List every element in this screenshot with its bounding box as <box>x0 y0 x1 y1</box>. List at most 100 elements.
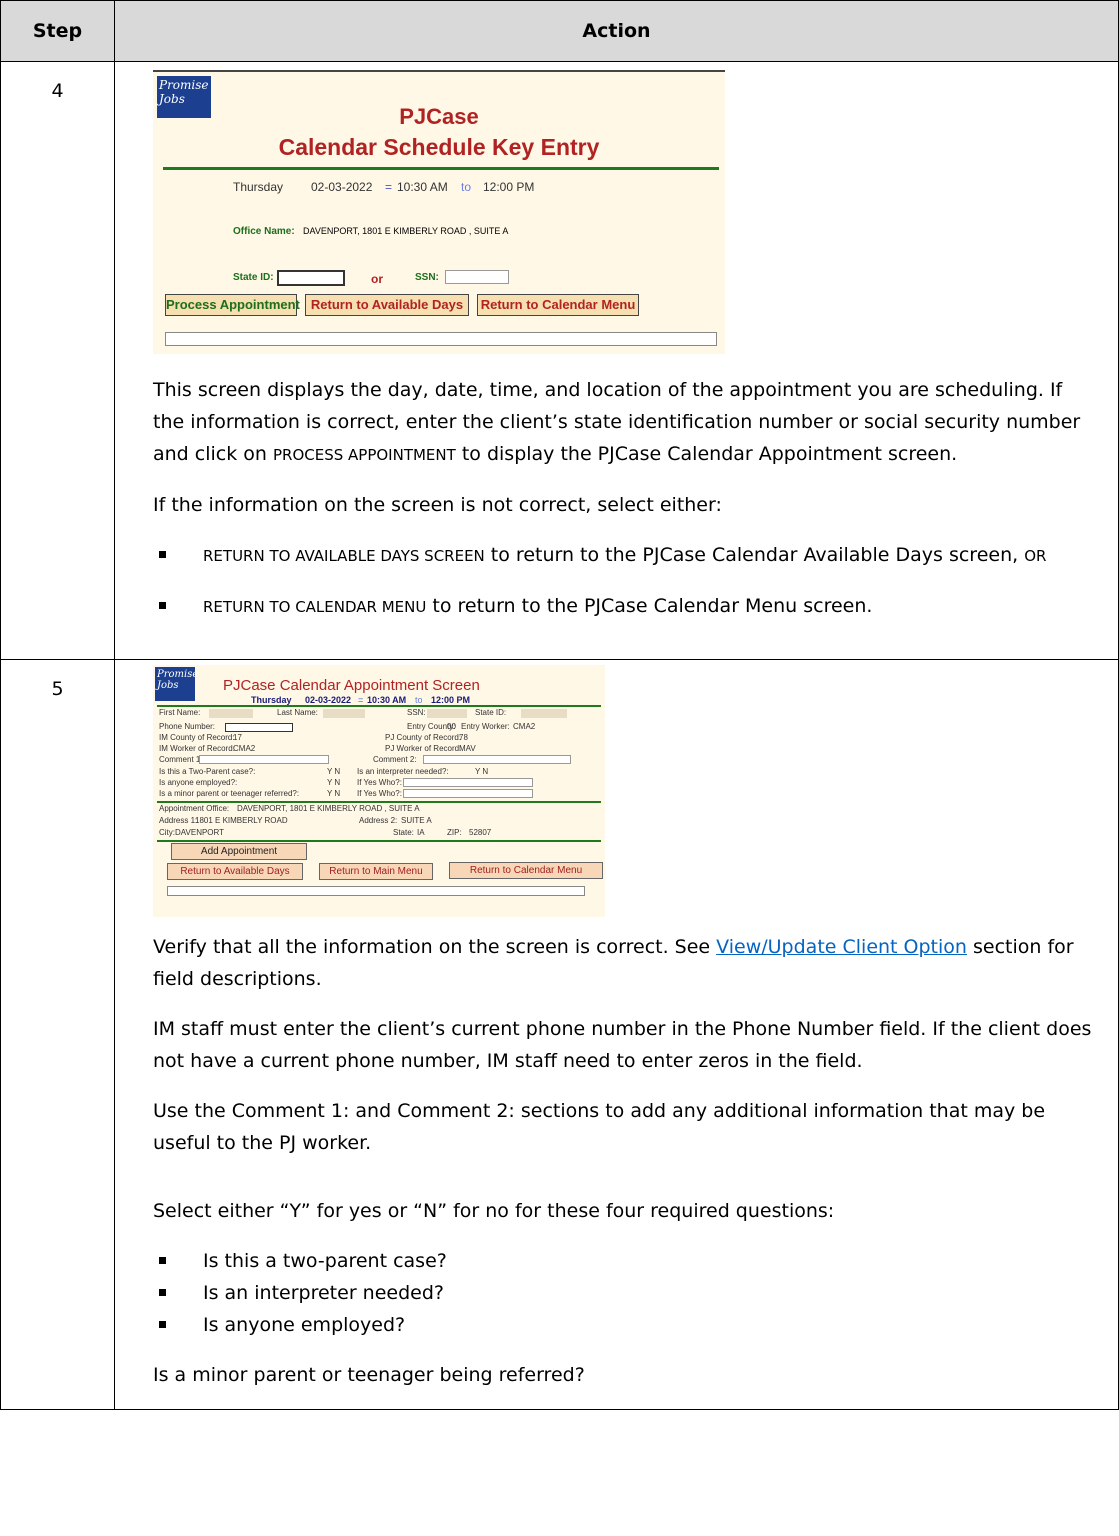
calendar-appointment-screenshot: Promise Jobs PJCase Calendar Appointment… <box>153 665 605 917</box>
step-action: Promise Jobs PJCase Calendar Appointment… <box>114 659 1119 1410</box>
im-worker-label: IM Worker of Record: <box>159 744 235 753</box>
state-id-label: State ID: <box>475 708 507 717</box>
step4-paragraph-2: If the information on the screen is not … <box>153 494 722 516</box>
step-row-5: 5 Promise Jobs PJCase Calendar Appointme… <box>0 659 1119 1410</box>
employed-question: Is anyone employed?: <box>159 778 238 787</box>
end-time: 12:00 PM <box>431 695 471 705</box>
ssn-input[interactable] <box>445 270 509 284</box>
start-time: 10:30 AM <box>397 180 448 194</box>
equals-sign: = <box>385 180 393 194</box>
header-row: Step Action <box>0 0 1119 62</box>
comment-1-input[interactable] <box>199 755 329 764</box>
if-yes-who-label: If Yes Who?: <box>357 778 402 787</box>
day-value: Thursday <box>251 695 292 705</box>
list-item: Is an interpreter needed? <box>153 1277 1098 1309</box>
phone-number-input[interactable] <box>225 723 293 732</box>
state-id-input[interactable] <box>277 270 345 286</box>
yes-no-radio[interactable]: Y N <box>475 767 488 776</box>
im-county-value: 17 <box>233 733 242 742</box>
comment-2-input[interactable] <box>423 755 571 764</box>
list-item: Is this a two-parent case? <box>153 1245 1098 1277</box>
entry-worker-label: Entry Worker: <box>461 722 510 731</box>
entry-county-value: 00 <box>447 722 456 731</box>
address-2-label: Address 2: <box>359 816 398 825</box>
if-yes-who-label: If Yes Who?: <box>357 789 402 798</box>
to-label: to <box>461 180 472 194</box>
or-label: or <box>371 272 383 286</box>
address-1-label: Address 1: <box>159 816 198 825</box>
state-value: IA <box>417 828 425 837</box>
city-label: City: <box>159 828 175 837</box>
return-to-available-days-button[interactable]: Return to Available Days <box>305 294 469 316</box>
address-2-value: SUITE A <box>401 816 432 825</box>
step-action: Promise Jobs PJCase Calendar Schedule Ke… <box>114 61 1119 660</box>
comment-1-label: Comment 1: <box>159 755 203 764</box>
return-to-main-menu-button[interactable]: Return to Main Menu <box>319 863 433 880</box>
last-name-label: Last Name: <box>277 708 318 717</box>
status-bar <box>165 332 717 346</box>
step5-paragraph-1: Verify that all the information on the s… <box>153 936 1074 990</box>
ssn-label: SSN: <box>415 272 439 283</box>
office-name-label: Office Name: <box>233 226 295 237</box>
day-value: Thursday <box>233 180 284 194</box>
step5-paragraph-5: Is a minor parent or teenager being refe… <box>153 1364 585 1386</box>
appointment-office-value: DAVENPORT, 1801 E KIMBERLY ROAD , SUITE … <box>237 804 420 813</box>
divider <box>157 801 601 803</box>
view-update-client-option-link[interactable]: View/Update Client Option <box>716 936 967 958</box>
process-appointment-button[interactable]: Process Appointment <box>165 294 300 316</box>
zip-value: 52807 <box>469 828 492 837</box>
pj-county-value: 78 <box>459 733 468 742</box>
step-header: Step <box>0 0 115 62</box>
yes-no-radio[interactable]: Y N <box>327 789 340 798</box>
last-name-field[interactable] <box>323 709 365 718</box>
step5-paragraph-2: IM staff must enter the client’s current… <box>153 1018 1092 1072</box>
ssn-label: SSN: <box>407 708 426 717</box>
pj-county-label: PJ County of Record: <box>385 733 462 742</box>
procedure-table: Step Action 4 Promise Jobs PJCase Calend… <box>0 0 1119 1410</box>
return-to-calendar-menu-button[interactable]: Return to Calendar Menu <box>477 294 639 316</box>
state-id-label: State ID: <box>233 272 274 283</box>
step-row-4: 4 Promise Jobs PJCase Calendar Schedule … <box>0 61 1119 660</box>
phone-number-label: Phone Number: <box>159 722 216 731</box>
step4-paragraph-1: This screen displays the day, date, time… <box>153 379 1081 465</box>
step-number: 4 <box>0 61 115 660</box>
pj-worker-label: PJ Worker of Record: <box>385 744 462 753</box>
comment-2-label: Comment 2: <box>373 755 417 764</box>
promise-jobs-logo: Promise Jobs <box>155 667 198 701</box>
screen-title: PJCase <box>399 104 479 129</box>
screen-title: PJCase Calendar Appointment Screen <box>223 677 480 694</box>
entry-worker-value: CMA2 <box>513 722 536 731</box>
step-number: 5 <box>0 659 115 1410</box>
address-1-value: 1801 E KIMBERLY ROAD <box>195 816 288 825</box>
if-yes-who-input[interactable] <box>403 778 533 787</box>
first-name-field[interactable] <box>209 709 253 718</box>
im-county-label: IM County of Record: <box>159 733 235 742</box>
start-time: 10:30 AM <box>367 695 407 705</box>
date-value: 02-03-2022 <box>311 180 373 194</box>
add-appointment-button[interactable]: Add Appointment <box>171 843 307 860</box>
pj-worker-value: MAV <box>459 744 476 753</box>
return-to-available-days-button[interactable]: Return to Available Days <box>167 863 303 880</box>
date-value: 02-03-2022 <box>305 695 352 705</box>
yes-no-radio[interactable]: Y N <box>327 778 340 787</box>
screen-subtitle: Calendar Schedule Key Entry <box>278 134 600 160</box>
ssn-field[interactable] <box>427 709 467 718</box>
list-item: RETURN TO AVAILABLE DAYS SCREEN to retur… <box>153 539 1098 572</box>
to-label: to <box>415 695 423 705</box>
schedule-key-entry-screenshot: Promise Jobs PJCase Calendar Schedule Ke… <box>153 70 725 354</box>
if-yes-who-input[interactable] <box>403 789 533 798</box>
return-to-calendar-menu-button[interactable]: Return to Calendar Menu <box>449 862 603 879</box>
state-id-field[interactable] <box>521 709 567 718</box>
zip-label: ZIP: <box>447 828 462 837</box>
process-appointment-ref: PROCESS APPOINTMENT <box>272 446 456 464</box>
minor-parent-question: Is a minor parent or teenager referred?: <box>159 789 300 798</box>
first-name-label: First Name: <box>159 708 201 717</box>
divider <box>163 167 719 170</box>
end-time: 12:00 PM <box>483 180 535 194</box>
yes-no-radio[interactable]: Y N <box>327 767 340 776</box>
step5-paragraph-3: Use the Comment 1: and Comment 2: sectio… <box>153 1100 1046 1154</box>
status-bar <box>167 886 585 896</box>
list-item: RETURN TO CALENDAR MENU to return to the… <box>153 590 1098 623</box>
step5-paragraph-4: Select either “Y” for yes or “N” for no … <box>153 1200 835 1222</box>
required-questions-list: Is this a two-parent case? Is an interpr… <box>153 1245 1098 1341</box>
